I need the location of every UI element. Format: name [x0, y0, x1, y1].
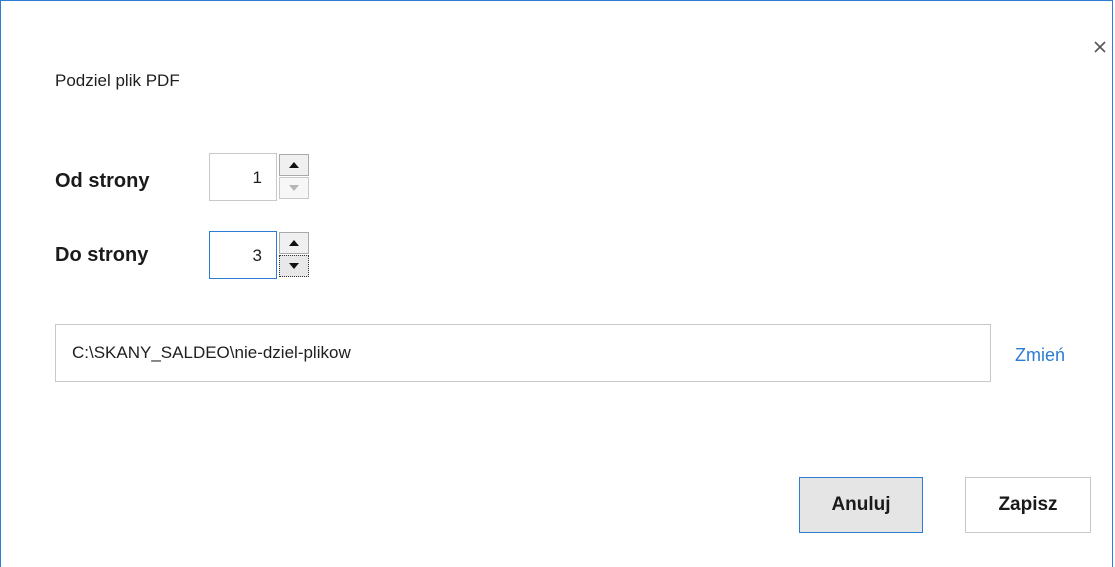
- arrow-down-icon: [280, 256, 308, 276]
- from-page-increment-button[interactable]: [279, 154, 309, 176]
- change-folder-link[interactable]: Zmień: [1015, 344, 1065, 366]
- close-button[interactable]: [1089, 35, 1111, 57]
- from-page-value: 1: [252, 168, 262, 187]
- to-page-field[interactable]: 3: [209, 231, 277, 279]
- from-page-label: Od strony: [55, 170, 150, 192]
- arrow-down-icon: [280, 178, 308, 198]
- to-page-increment-button[interactable]: [279, 232, 309, 254]
- close-icon: [1089, 35, 1111, 57]
- from-page-decrement-button[interactable]: [279, 177, 309, 199]
- arrow-up-icon: [280, 155, 308, 175]
- dialog-title: Podziel plik PDF: [55, 71, 180, 90]
- to-page-label: Do strony: [55, 244, 149, 266]
- save-button[interactable]: Zapisz: [965, 477, 1091, 533]
- cancel-button[interactable]: Anuluj: [799, 477, 923, 533]
- to-page-decrement-button[interactable]: [279, 255, 309, 277]
- split-pdf-dialog: Podziel plik PDF Od strony 1 Do strony 3: [0, 0, 1113, 567]
- output-folder-path[interactable]: C:\SKANY_SALDEO\nie-dziel-plikow: [55, 324, 991, 382]
- to-page-value: 3: [252, 246, 262, 265]
- from-page-field[interactable]: 1: [209, 153, 277, 201]
- arrow-up-icon: [280, 233, 308, 253]
